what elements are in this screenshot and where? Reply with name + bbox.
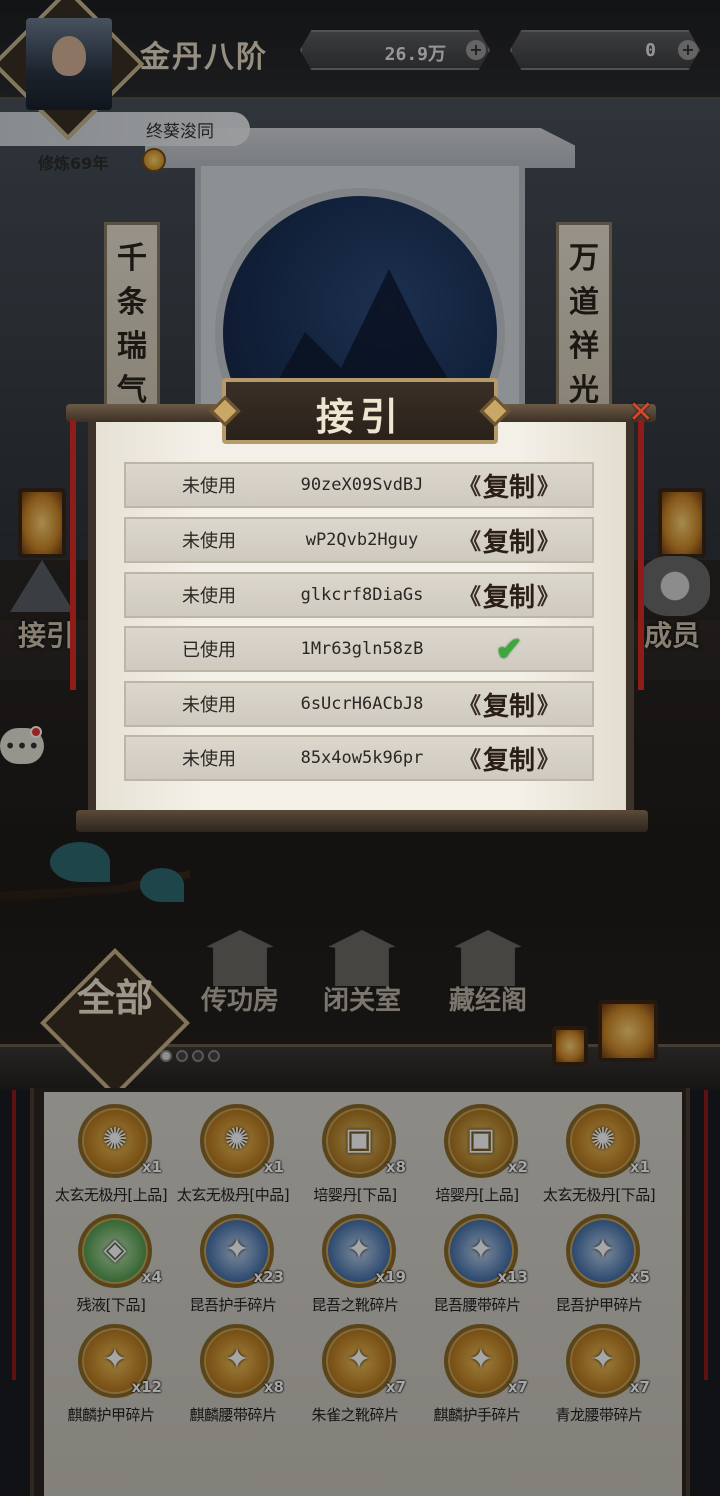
modal-title: 接引 (315, 394, 404, 439)
code-status: 未使用 (182, 749, 236, 770)
invite-code-row: 未使用 6sUcrH6ACbJ8 《复制》 (124, 681, 594, 727)
chevron-right-icon: 》 (537, 747, 560, 773)
copy-button[interactable]: 《复制》 (444, 467, 574, 503)
code-value: 85x4ow5k96pr (300, 748, 424, 768)
chevron-right-icon: 》 (537, 693, 560, 719)
copy-button-label: 复制 (482, 472, 535, 503)
code-value: wP2Qvb2Hguy (305, 530, 419, 550)
invite-code-row: 未使用 wP2Qvb2Hguy 《复制》 (124, 517, 594, 563)
code-value: glkcrf8DiaGs (300, 585, 424, 605)
code-status: 未使用 (182, 476, 236, 497)
invite-code-row: 未使用 85x4ow5k96pr 《复制》 (124, 735, 594, 781)
chevron-right-icon: 》 (537, 529, 560, 555)
chevron-left-icon: 《 (458, 584, 481, 610)
code-value: 6sUcrH6ACbJ8 (300, 694, 424, 714)
copy-button-label: 复制 (482, 527, 535, 558)
chevron-left-icon: 《 (458, 474, 481, 500)
code-value: 90zeX09SvdBJ (300, 475, 424, 495)
code-status: 未使用 (182, 531, 236, 552)
chevron-right-icon: 》 (537, 474, 560, 500)
used-check-icon: ✔ (444, 630, 574, 668)
chevron-left-icon: 《 (458, 529, 481, 555)
invite-code-row: 未使用 glkcrf8DiaGs 《复制》 (124, 572, 594, 618)
copy-button-label: 复制 (482, 582, 535, 613)
copy-button[interactable]: 《复制》 (444, 522, 574, 558)
check-icon: ✔ (495, 630, 523, 668)
tassel (638, 420, 644, 690)
copy-button-label: 复制 (482, 745, 535, 776)
code-status: 未使用 (182, 695, 236, 716)
chevron-left-icon: 《 (458, 747, 481, 773)
close-icon[interactable]: ✕ (626, 398, 656, 428)
code-status: 未使用 (182, 586, 236, 607)
tassel (70, 420, 76, 690)
copy-button-label: 复制 (482, 691, 535, 722)
copy-button[interactable]: 《复制》 (444, 686, 574, 722)
invite-code-row: 已使用 1Mr63gln58zB ✔ (124, 626, 594, 672)
copy-button[interactable]: 《复制》 (444, 740, 574, 776)
code-status: 已使用 (182, 640, 236, 661)
copy-button[interactable]: 《复制》 (444, 577, 574, 613)
chevron-right-icon: 》 (537, 584, 560, 610)
scroll-bottom-rod (76, 810, 648, 832)
invite-code-row: 未使用 90zeX09SvdBJ 《复制》 (124, 462, 594, 508)
code-value: 1Mr63gln58zB (300, 639, 424, 659)
chevron-left-icon: 《 (458, 693, 481, 719)
